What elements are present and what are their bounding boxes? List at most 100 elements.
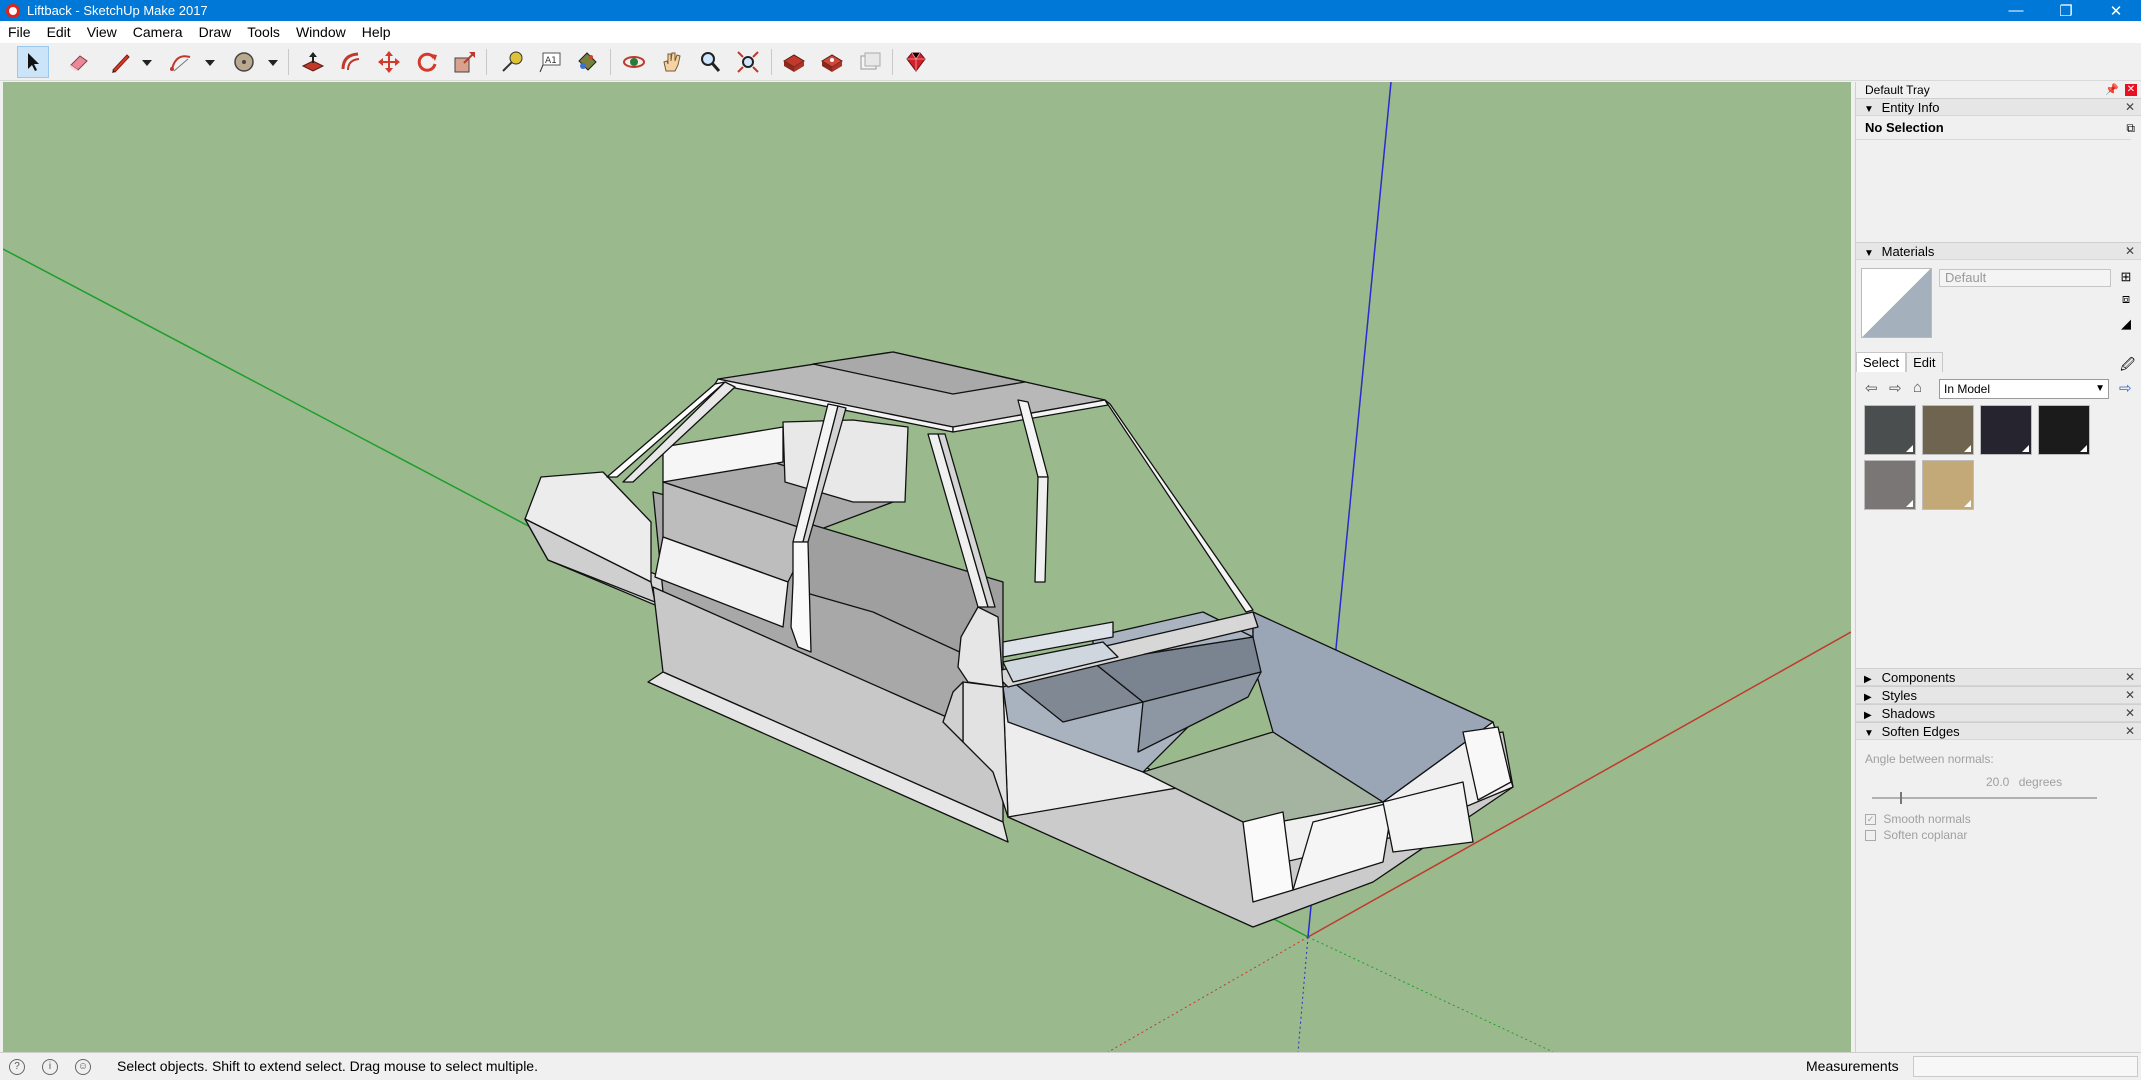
shadows-header[interactable]: ▶ Shadows ✕ <box>1856 704 2141 722</box>
ruby-gem-icon <box>906 52 926 72</box>
toolbar-separator <box>892 49 893 75</box>
back-arrow-icon[interactable]: ⇦ <box>1865 379 1878 397</box>
material-preview-swatch <box>1861 268 1932 338</box>
rotate-tool-button[interactable] <box>411 46 443 78</box>
home-icon[interactable]: ⌂ <box>1913 379 1922 396</box>
move-tool-button[interactable] <box>373 46 405 78</box>
select-tool-button[interactable] <box>17 46 49 78</box>
geo-location-icon[interactable]: ? <box>9 1059 25 1075</box>
tab-select[interactable]: Select <box>1856 352 1907 372</box>
extension-warehouse-icon <box>821 54 843 72</box>
line-tools-dropdown[interactable] <box>140 46 154 78</box>
offset-tool-button[interactable] <box>335 46 367 78</box>
pan-tool-button[interactable] <box>656 46 688 78</box>
secondary-pane-icon[interactable]: ⧈ <box>2117 290 2135 308</box>
details-toggle-icon[interactable]: ⧉ <box>2126 121 2135 136</box>
angle-slider-track[interactable] <box>1872 792 2097 804</box>
material-swatch[interactable] <box>2038 405 2090 455</box>
material-name-field[interactable]: Default <box>1939 269 2111 287</box>
menu-window[interactable]: Window <box>288 21 354 43</box>
extension-warehouse-button[interactable] <box>816 46 848 78</box>
menu-draw[interactable]: Draw <box>191 21 240 43</box>
materials-close-icon[interactable]: ✕ <box>2125 243 2135 260</box>
forward-arrow-icon[interactable]: ⇨ <box>1889 379 1902 397</box>
smooth-normals-checkbox[interactable]: ✓ <box>1865 814 1876 826</box>
material-swatch[interactable] <box>1864 405 1916 455</box>
menu-edit[interactable]: Edit <box>39 21 79 43</box>
zoom-extents-icon <box>737 51 759 73</box>
red-axis-negative <box>1107 936 1309 1052</box>
measurements-input[interactable] <box>1913 1056 2138 1077</box>
shapes-tools-dropdown[interactable] <box>266 46 280 78</box>
entity-info-title: Entity Info <box>1881 100 1940 115</box>
credits-icon[interactable]: i <box>42 1059 58 1075</box>
styles-header[interactable]: ▶ Styles ✕ <box>1856 686 2141 704</box>
main-toolbar: A1 <box>0 43 2141 81</box>
text-label-icon: A1 <box>539 52 561 73</box>
shapes-tool-button[interactable] <box>228 46 260 78</box>
styles-title: Styles <box>1881 688 1918 703</box>
material-swatch[interactable] <box>1922 405 1974 455</box>
soften-coplanar-checkbox[interactable] <box>1865 830 1876 842</box>
orbit-tool-button[interactable] <box>618 46 650 78</box>
collection-select[interactable]: In Model ▼ <box>1939 379 2109 399</box>
eraser-tool-button[interactable] <box>63 46 95 78</box>
components-close-icon[interactable]: ✕ <box>2125 669 2135 686</box>
menu-camera[interactable]: Camera <box>125 21 191 43</box>
material-swatch[interactable] <box>1864 460 1916 510</box>
components-header[interactable]: ▶ Components ✕ <box>1856 668 2141 686</box>
close-button[interactable]: ✕ <box>2091 0 2141 21</box>
tray-title: Default Tray <box>1865 83 1930 97</box>
soften-edges-header[interactable]: ▼ Soften Edges ✕ <box>1856 722 2141 740</box>
angle-slider-thumb[interactable] <box>1900 792 1903 804</box>
eyedropper-icon[interactable]: 🖉 <box>2120 354 2135 378</box>
push-pull-tool-button[interactable] <box>297 46 329 78</box>
arc-tools-dropdown[interactable] <box>203 46 217 78</box>
tape-measure-tool-button[interactable] <box>496 46 528 78</box>
smooth-normals-row[interactable]: ✓ Smooth normals <box>1865 812 1971 826</box>
menu-tools[interactable]: Tools <box>239 21 288 43</box>
minimize-button[interactable]: — <box>1991 0 2041 21</box>
status-message: Select objects. Shift to extend select. … <box>117 1058 538 1074</box>
line-tool-button[interactable] <box>105 46 137 78</box>
move-arrows-icon <box>378 51 400 73</box>
car-model[interactable] <box>524 351 1514 928</box>
styles-close-icon[interactable]: ✕ <box>2125 687 2135 704</box>
pin-icon[interactable]: 📌 <box>2105 82 2119 98</box>
menu-view[interactable]: View <box>79 21 125 43</box>
tray-close-button[interactable]: ✕ <box>2125 84 2137 96</box>
materials-header[interactable]: ▼ Materials ✕ <box>1856 242 2141 260</box>
soften-edges-close-icon[interactable]: ✕ <box>2125 723 2135 740</box>
tab-edit[interactable]: Edit <box>1906 352 1943 372</box>
user-account-icon[interactable]: ☺ <box>75 1059 91 1075</box>
paint-bucket-tool-button[interactable] <box>571 46 603 78</box>
entity-info-close-icon[interactable]: ✕ <box>2125 99 2135 116</box>
3d-warehouse-button[interactable] <box>778 46 810 78</box>
soften-coplanar-row[interactable]: Soften coplanar <box>1865 828 1967 842</box>
material-swatch[interactable] <box>1980 405 2032 455</box>
menu-help[interactable]: Help <box>354 21 399 43</box>
green-axis-negative <box>1307 936 1554 1052</box>
entity-info-header[interactable]: ▼ Entity Info ✕ <box>1856 98 2141 116</box>
chevron-down-icon <box>142 60 152 66</box>
materials-body: Default ⊞ ⧈ ◢ Select Edit 🖉 ⇦ ⇨ ⌂ In Mod… <box>1856 260 2141 668</box>
zoom-extents-tool-button[interactable] <box>732 46 764 78</box>
details-arrow-icon[interactable]: ⇨ <box>2119 379 2132 397</box>
shadows-close-icon[interactable]: ✕ <box>2125 705 2135 722</box>
arc-tool-button[interactable] <box>165 46 197 78</box>
text-tool-button[interactable]: A1 <box>534 46 566 78</box>
scale-tool-button[interactable] <box>449 46 481 78</box>
model-canvas[interactable] <box>3 82 1851 1052</box>
create-material-icon[interactable]: ⊞ <box>2117 268 2135 286</box>
arrow-cursor-icon <box>28 53 39 71</box>
default-material-icon[interactable]: ◢ <box>2117 315 2135 333</box>
zoom-tool-button[interactable] <box>694 46 726 78</box>
toolbar-separator <box>610 49 611 75</box>
material-swatch[interactable] <box>1922 460 1974 510</box>
restore-button[interactable]: ❐ <box>2041 0 2091 21</box>
extension-manager-button[interactable] <box>900 46 932 78</box>
materials-browse-row: ⇦ ⇨ ⌂ In Model ▼ ⇨ <box>1856 377 2141 399</box>
send-to-layout-button[interactable] <box>854 46 886 78</box>
drawing-viewport[interactable] <box>3 82 1851 1052</box>
menu-file[interactable]: File <box>0 21 39 43</box>
